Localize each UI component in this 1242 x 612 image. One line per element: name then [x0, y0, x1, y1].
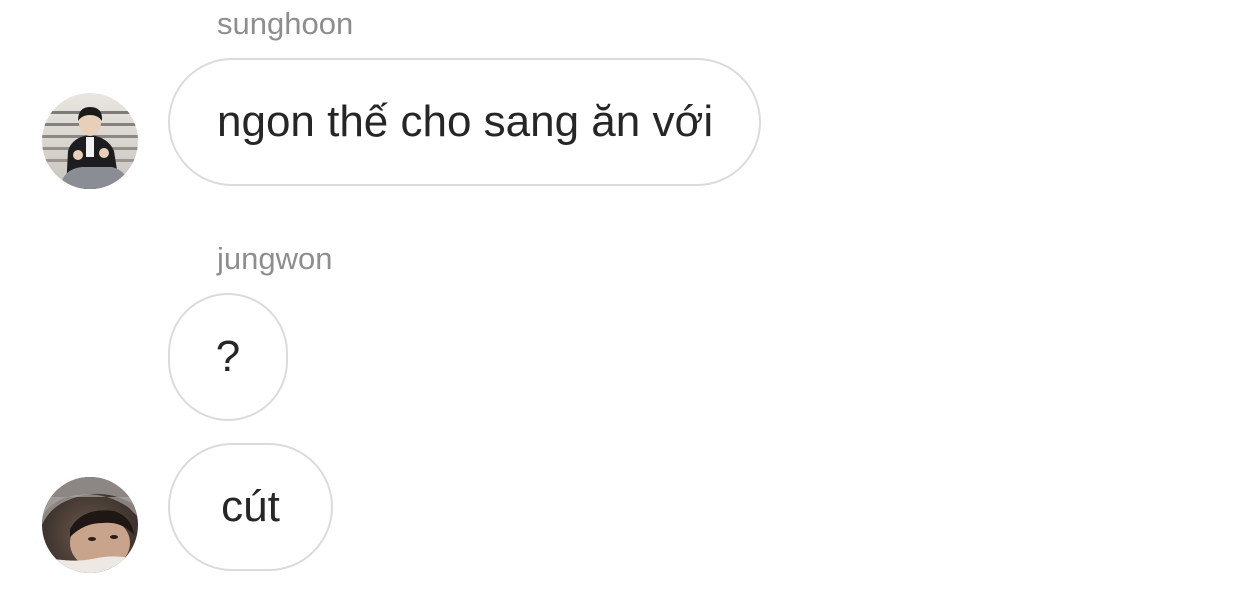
chat-thread: sunghoon ngon thế cho sang ăn với jungwo… — [0, 0, 1242, 612]
avatar-sunghoon[interactable] — [42, 93, 138, 189]
user-avatar-photo-icon — [42, 477, 138, 573]
message-text: ? — [215, 332, 241, 381]
message-text: cút — [221, 482, 280, 531]
message-bubble[interactable]: ? — [168, 293, 288, 421]
user-avatar-photo-icon — [42, 93, 138, 189]
message-text: ngon thế cho sang ăn với — [217, 97, 714, 146]
avatar-jungwon[interactable] — [42, 477, 138, 573]
sender-name-sunghoon: sunghoon — [217, 6, 354, 41]
message-bubble[interactable]: ngon thế cho sang ăn với — [168, 58, 762, 186]
sender-name-jungwon: jungwon — [217, 241, 333, 276]
message-bubble[interactable]: cút — [168, 443, 333, 571]
